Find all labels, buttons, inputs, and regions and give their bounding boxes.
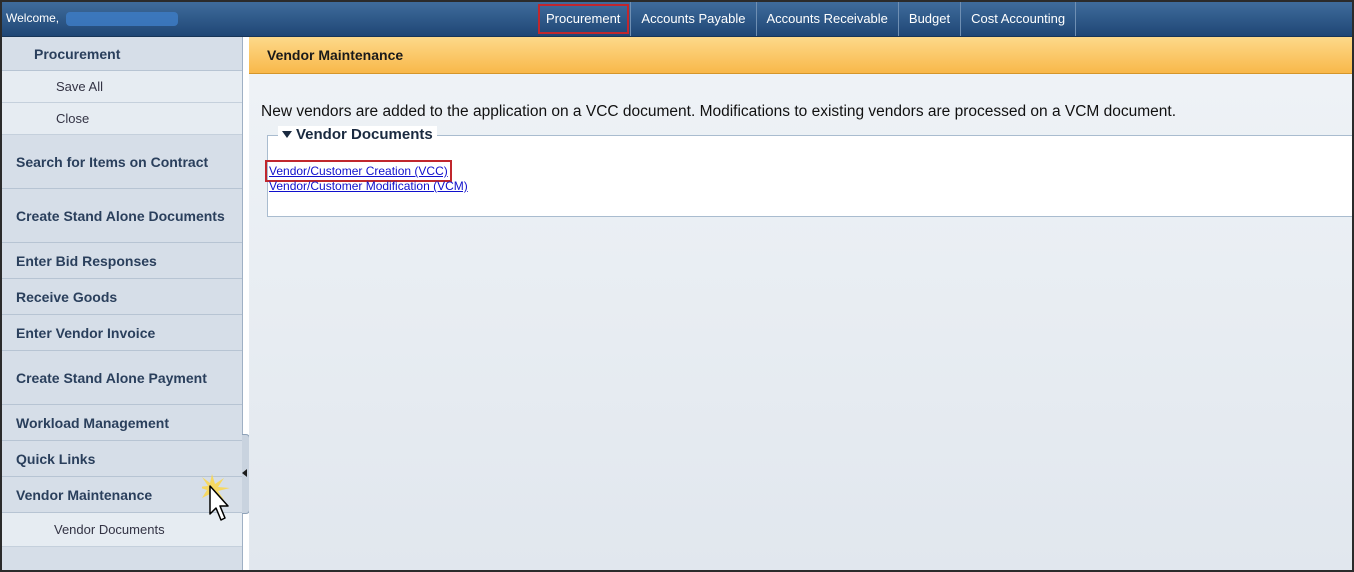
sidebar-save-all[interactable]: Save All <box>2 71 242 103</box>
link-vendor-customer-creation[interactable]: Vendor/Customer Creation (VCC) <box>265 160 452 182</box>
nav-accounts-receivable[interactable]: Accounts Receivable <box>757 2 899 36</box>
nav-cost-accounting[interactable]: Cost Accounting <box>961 2 1077 36</box>
intro-text: New vendors are added to the application… <box>261 103 1177 120</box>
sidebar-item-receive-goods[interactable]: Receive Goods <box>2 279 242 315</box>
top-bar: Welcome, Procurement Accounts Payable Ac… <box>2 2 1352 37</box>
panel-legend[interactable]: Vendor Documents <box>278 126 437 143</box>
page-title: Vendor Maintenance <box>249 37 1352 74</box>
panel-legend-label: Vendor Documents <box>296 126 433 143</box>
sidebar-header: Procurement <box>2 37 242 71</box>
sidebar-item-create-stand-alone-payment[interactable]: Create Stand Alone Payment <box>2 351 242 405</box>
sidebar-item-enter-bid-responses[interactable]: Enter Bid Responses <box>2 243 242 279</box>
nav-accounts-payable[interactable]: Accounts Payable <box>631 2 757 36</box>
link-vendor-customer-modification[interactable]: Vendor/Customer Modification (VCM) <box>269 179 468 193</box>
sidebar-close[interactable]: Close <box>2 103 242 135</box>
mouse-pointer-icon <box>202 474 230 521</box>
main-content: Vendor Maintenance New vendors are added… <box>249 37 1352 570</box>
sidebar-item-search-items-contract[interactable]: Search for Items on Contract <box>2 135 242 189</box>
sidebar-item-create-stand-alone-documents[interactable]: Create Stand Alone Documents <box>2 189 242 243</box>
top-nav: Procurement Accounts Payable Accounts Re… <box>536 2 1077 36</box>
sidebar-item-workload-management[interactable]: Workload Management <box>2 405 242 441</box>
expand-triangle-icon <box>282 131 292 138</box>
app-window: Welcome, Procurement Accounts Payable Ac… <box>0 0 1354 572</box>
redacted-username <box>66 12 178 26</box>
collapse-arrow-icon <box>242 469 247 477</box>
welcome-text: Welcome, <box>6 11 60 25</box>
sidebar-item-enter-vendor-invoice[interactable]: Enter Vendor Invoice <box>2 315 242 351</box>
nav-budget[interactable]: Budget <box>899 2 962 36</box>
nav-procurement[interactable]: Procurement <box>536 2 632 36</box>
